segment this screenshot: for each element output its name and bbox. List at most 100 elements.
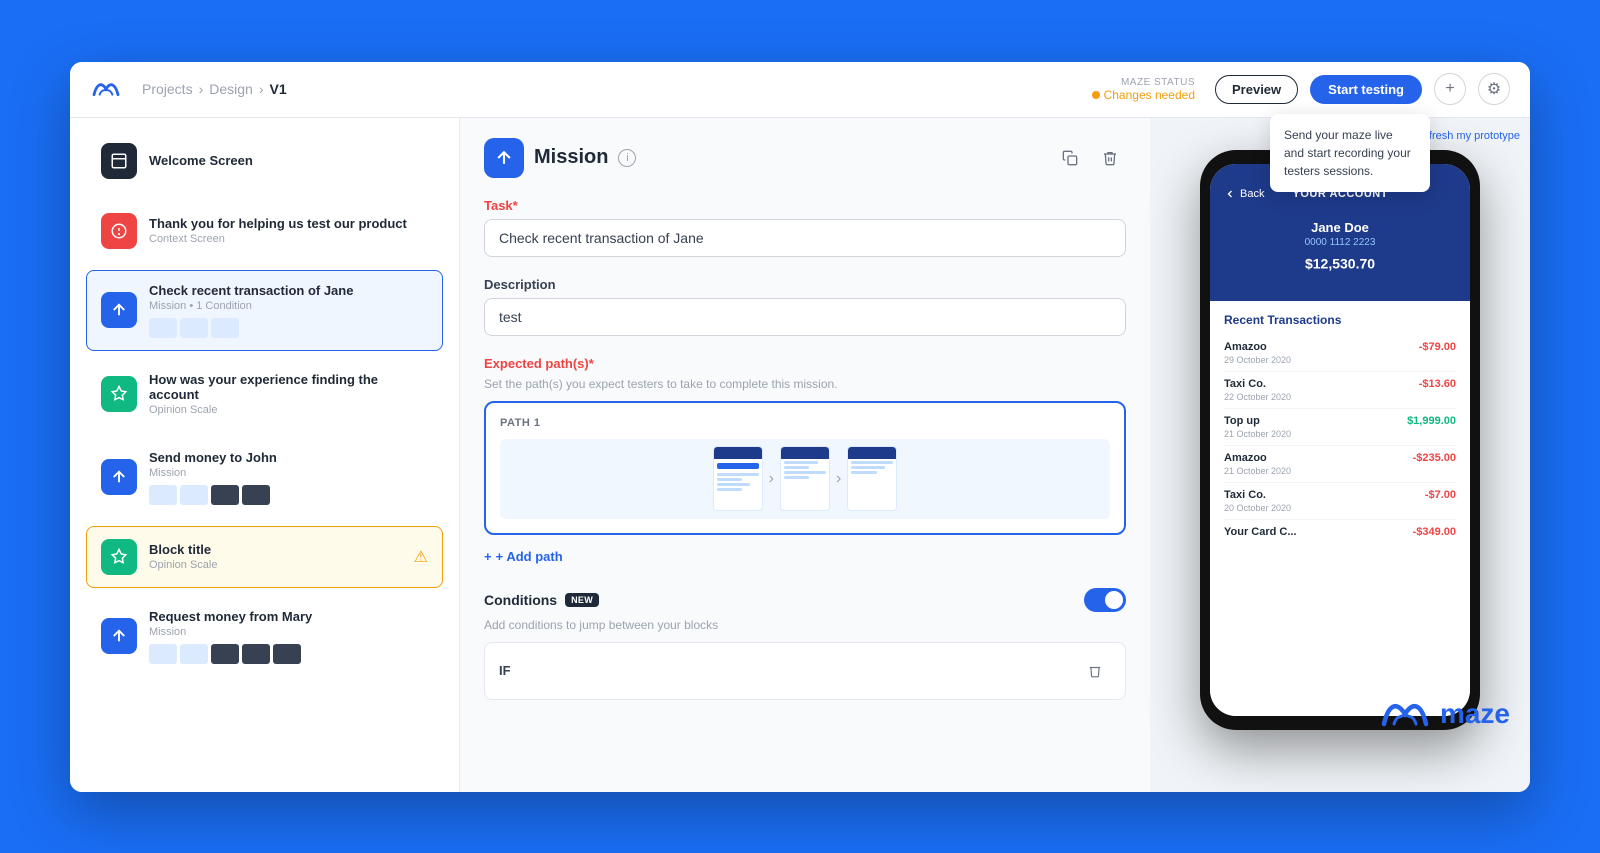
sidebar-item-welcome-screen[interactable]: Welcome Screen: [86, 130, 443, 192]
sidebar-welcome-title: Welcome Screen: [149, 153, 428, 168]
breadcrumb-projects[interactable]: Projects: [142, 81, 193, 97]
header-right: MAZE STATUS Changes needed Preview Start…: [1092, 73, 1510, 105]
sidebar-item-experience-content: How was your experience finding the acco…: [149, 372, 428, 416]
trans-name: Top up: [1224, 415, 1291, 427]
tooltip-popup: Send your maze live and start recording …: [1270, 114, 1430, 192]
sidebar-icon-block-title: [101, 539, 137, 575]
path-screen-3: [847, 446, 897, 511]
maze-status: MAZE STATUS Changes needed: [1092, 77, 1195, 102]
add-path-button[interactable]: + + Add path: [484, 545, 1126, 568]
conditions-header: Conditions NEW: [484, 588, 1126, 612]
trans-name: Taxi Co.: [1224, 489, 1291, 501]
expected-paths-section: Expected path(s)* Set the path(s) you ex…: [484, 356, 1126, 568]
breadcrumb-v1[interactable]: V1: [270, 81, 287, 97]
if-label: IF: [499, 663, 511, 678]
paths-subtitle: Set the path(s) you expect testers to ta…: [484, 377, 1126, 391]
description-label: Description: [484, 277, 1126, 292]
mission-icon: [484, 138, 524, 178]
sidebar-icon-thankyou: [101, 213, 137, 249]
sm-thumb-4: [242, 485, 270, 505]
transaction-item: Amazoo 21 October 2020 -$235.00: [1224, 446, 1456, 483]
trans-name: Amazoo: [1224, 452, 1291, 464]
if-delete-button[interactable]: [1079, 655, 1111, 687]
warning-icon: ⚠: [414, 547, 428, 567]
conditions-title: Conditions: [484, 592, 557, 608]
sidebar-check-transaction-thumbnails: [149, 318, 428, 338]
sidebar-item-send-money[interactable]: Send money to John Mission: [86, 437, 443, 518]
sidebar-item-thankyou[interactable]: Thank you for helping us test our produc…: [86, 200, 443, 262]
phone-mockup: Back YOUR ACCOUNT Jane Doe 0000 1112 222…: [1200, 150, 1480, 730]
sidebar-request-money-thumbnails: [149, 644, 428, 664]
trans-date: 20 October 2020: [1224, 503, 1291, 513]
sidebar-request-money-title: Request money from Mary: [149, 609, 428, 624]
maze-brand: maze: [1380, 696, 1510, 732]
phone-back-button[interactable]: Back: [1224, 188, 1264, 200]
sidebar-item-experience[interactable]: How was your experience finding the acco…: [86, 359, 443, 429]
transactions-title: Recent Transactions: [1224, 313, 1456, 327]
sm-thumb-2: [180, 485, 208, 505]
trans-amount: -$235.00: [1413, 452, 1456, 464]
transaction-item: Your Card C... -$349.00: [1224, 520, 1456, 546]
add-button[interactable]: +: [1434, 73, 1466, 105]
conditions-section: Conditions NEW Add conditions to jump be…: [484, 588, 1126, 700]
description-input[interactable]: [484, 298, 1126, 336]
transaction-item: Taxi Co. 22 October 2020 -$13.60: [1224, 372, 1456, 409]
start-testing-button[interactable]: Start testing: [1310, 75, 1422, 104]
sidebar-block-title: Block title: [149, 542, 402, 557]
sidebar-item-check-transaction[interactable]: Check recent transaction of Jane Mission…: [86, 270, 443, 351]
path-1-label: PATH 1: [500, 417, 1110, 429]
task-input[interactable]: [484, 219, 1126, 257]
expected-paths-label: Expected path(s)*: [484, 356, 1126, 371]
sidebar-icon-welcome: [101, 143, 137, 179]
sidebar-item-request-money[interactable]: Request money from Mary Mission: [86, 596, 443, 677]
trans-date: 21 October 2020: [1224, 429, 1291, 439]
path-arrow-2: ›: [836, 470, 841, 488]
sidebar-check-transaction-subtitle: Mission • 1 Condition: [149, 300, 428, 312]
trans-amount: -$7.00: [1425, 489, 1456, 501]
sidebar-item-welcome-content: Welcome Screen: [149, 153, 428, 168]
trans-name: Your Card C...: [1224, 526, 1297, 538]
mission-copy-button[interactable]: [1054, 142, 1086, 174]
path-preview: › ›: [500, 439, 1110, 519]
trans-name: Taxi Co.: [1224, 378, 1291, 390]
phone-balance: $12,530.70: [1224, 254, 1456, 285]
sidebar-thankyou-title: Thank you for helping us test our produc…: [149, 216, 428, 231]
sidebar-item-check-transaction-content: Check recent transaction of Jane Mission…: [149, 283, 428, 338]
breadcrumb: Projects › Design › V1: [142, 81, 287, 97]
phone-screen: Back YOUR ACCOUNT Jane Doe 0000 1112 222…: [1210, 164, 1470, 716]
trans-amount: -$349.00: [1413, 526, 1456, 538]
header: Projects › Design › V1 MAZE STATUS Chang…: [70, 62, 1530, 118]
conditions-subtitle: Add conditions to jump between your bloc…: [484, 618, 1126, 632]
task-section: Task*: [484, 198, 1126, 257]
trans-date: 29 October 2020: [1224, 355, 1291, 365]
phone-account-section: Jane Doe 0000 1112 2223 $12,530.70: [1210, 210, 1470, 301]
sidebar-icon-send-money: [101, 459, 137, 495]
sidebar-send-money-title: Send money to John: [149, 450, 428, 465]
thumb-2: [180, 318, 208, 338]
sidebar-check-transaction-title: Check recent transaction of Jane: [149, 283, 428, 298]
thumb-3: [211, 318, 239, 338]
sidebar-send-money-thumbnails: [149, 485, 428, 505]
path-screen-2: [780, 446, 830, 511]
settings-button[interactable]: ⚙: [1478, 73, 1510, 105]
trans-name: Amazoo: [1224, 341, 1291, 353]
sidebar-icon-request-money: [101, 618, 137, 654]
mission-delete-button[interactable]: [1094, 142, 1126, 174]
sidebar-item-thankyou-content: Thank you for helping us test our produc…: [149, 216, 428, 245]
trans-amount: $1,999.00: [1407, 415, 1456, 427]
refresh-link[interactable]: fresh my prototype: [1429, 130, 1520, 142]
sidebar-item-send-money-content: Send money to John Mission: [149, 450, 428, 505]
trans-amount: -$79.00: [1419, 341, 1456, 353]
phone-account-number: 0000 1112 2223: [1224, 237, 1456, 248]
mission-header: Mission i: [484, 138, 1126, 178]
path-arrow: ›: [769, 470, 774, 488]
preview-button[interactable]: Preview: [1215, 75, 1298, 104]
conditions-toggle[interactable]: [1084, 588, 1126, 612]
sm-thumb-3: [211, 485, 239, 505]
mission-info-icon[interactable]: i: [618, 149, 636, 167]
sidebar-item-request-money-content: Request money from Mary Mission: [149, 609, 428, 664]
sidebar-thankyou-subtitle: Context Screen: [149, 233, 428, 245]
breadcrumb-design[interactable]: Design: [209, 81, 253, 97]
sidebar-icon-experience: [101, 376, 137, 412]
sidebar-item-block-title[interactable]: Block title Opinion Scale ⚠: [86, 526, 443, 588]
